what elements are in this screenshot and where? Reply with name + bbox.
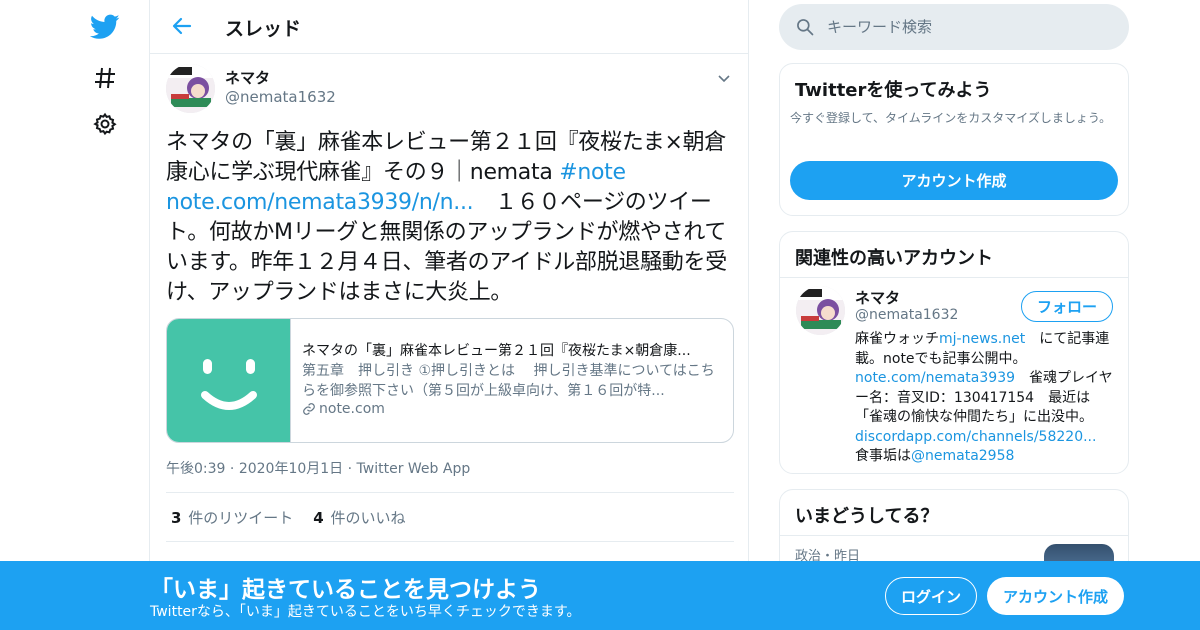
banner-subtitle: Twitterなら、「いま」起きていることをいち早くチェックできます。 [150,604,581,620]
settings-gear-icon[interactable] [88,107,122,141]
bio-link-food-account[interactable]: @nemata2958 [911,448,1014,464]
tweet-time: 午後0:39 [166,461,226,477]
thread-header: スレッド [150,0,749,54]
related-account-avatar[interactable] [796,286,845,335]
bio-link-mjnews[interactable]: mj-news.net [939,331,1025,347]
card-description: 第五章 押し引き ①押し引きとは 押し引き基準についてはこちらを御参照下さい（第… [302,363,715,399]
page-title: スレッド [225,18,302,40]
likes-stat[interactable]: 4 件のいいね [313,507,405,528]
login-button[interactable]: ログイン [885,577,977,615]
likes-label: 件のいいね [330,508,406,527]
hashtag-link[interactable]: #note [559,160,626,185]
explore-hashtag-icon[interactable] [88,61,122,95]
bio-link-note[interactable]: note.com/nemata3939 [855,370,1015,386]
thread-column: スレッド ネマタ @nemata1632 ネマタの「裏」麻雀本レビュー第２１回『… [149,0,749,630]
search-input[interactable] [827,16,1117,38]
signup-panel-subtitle: 今すぐ登録して、タイムラインをカスタマイズしましょう。 [790,111,1112,125]
link-icon [303,403,315,415]
left-navigation [0,0,150,630]
banner-title: 「いま」起きていることを見つけよう [150,577,541,603]
related-accounts-panel: 関連性の高いアカウント ネマタ @nemata1632 フォロー 麻雀ウォッチm… [779,231,1129,474]
search-bar[interactable] [779,4,1129,50]
banner-create-account-button[interactable]: アカウント作成 [987,577,1124,615]
search-icon [797,19,814,36]
related-account-handle[interactable]: @nemata1632 [855,307,958,323]
signup-banner: 「いま」起きていることを見つけよう Twitterなら、「いま」起きていることを… [0,561,1200,630]
back-arrow-icon[interactable] [170,14,194,38]
author-handle[interactable]: @nemata1632 [225,88,336,106]
panel-divider [780,277,1128,278]
chevron-down-icon[interactable] [716,70,732,86]
bio-text-1: 麻雀ウォッチ [855,331,939,347]
related-panel-title: 関連性の高いアカウント [795,248,993,269]
twitter-logo-icon[interactable] [88,10,122,44]
author-name[interactable]: ネマタ [225,67,270,88]
signup-panel: Twitterを使ってみよう 今すぐ登録して、タイムラインをカスタマイズしましょ… [779,63,1129,216]
bio-link-discord[interactable]: discordapp.com/channels/58220... [855,429,1096,445]
card-title: ネマタの「裏」麻雀本レビュー第２１回『夜桜たま×朝倉康... [302,343,691,359]
link-preview-card[interactable]: ネマタの「裏」麻雀本レビュー第２１回『夜桜たま×朝倉康... 第五章 押し引き … [166,318,734,443]
card-thumbnail [167,319,291,442]
tweet-stats: 3 件のリツイート 4 件のいいね [166,492,734,542]
signup-panel-title: Twitterを使ってみよう [795,80,992,101]
related-account-bio: 麻雀ウォッチmj-news.net にて記事連載。noteでも記事公開中。not… [855,330,1115,467]
follow-button[interactable]: フォロー [1021,291,1113,322]
tweet-date: 2020年10月1日 [238,461,344,477]
retweets-count: 3 [171,508,182,527]
card-domain-text: note.com [319,401,385,417]
panel-divider [780,535,1128,536]
tweet-text: ネマタの「裏」麻雀本レビュー第２１回『夜桜たま×朝倉康心に学ぶ現代麻雀』その９｜… [166,128,736,308]
tweet-source: Twitter Web App [356,461,471,477]
retweets-stat[interactable]: 3 件のリツイート [171,507,293,528]
create-account-button[interactable]: アカウント作成 [790,161,1118,200]
tweet-url-link[interactable]: note.com/nemata3939/n/n... [166,190,474,215]
tweet-timestamp[interactable]: 午後0:39 · 2020年10月1日 · Twitter Web App [166,458,470,478]
card-domain: note.com [302,401,385,417]
author-avatar[interactable] [166,64,215,113]
retweets-label: 件のリツイート [188,508,294,527]
smiley-face-icon [201,359,257,410]
related-account-name[interactable]: ネマタ [855,287,900,308]
trends-panel-title: いまどうしてる？ [795,506,939,527]
likes-count: 4 [313,508,324,527]
tweet-text-part1: ネマタの「裏」麻雀本レビュー第２１回『夜桜たま×朝倉康心に学ぶ現代麻雀』その９｜… [166,130,726,185]
